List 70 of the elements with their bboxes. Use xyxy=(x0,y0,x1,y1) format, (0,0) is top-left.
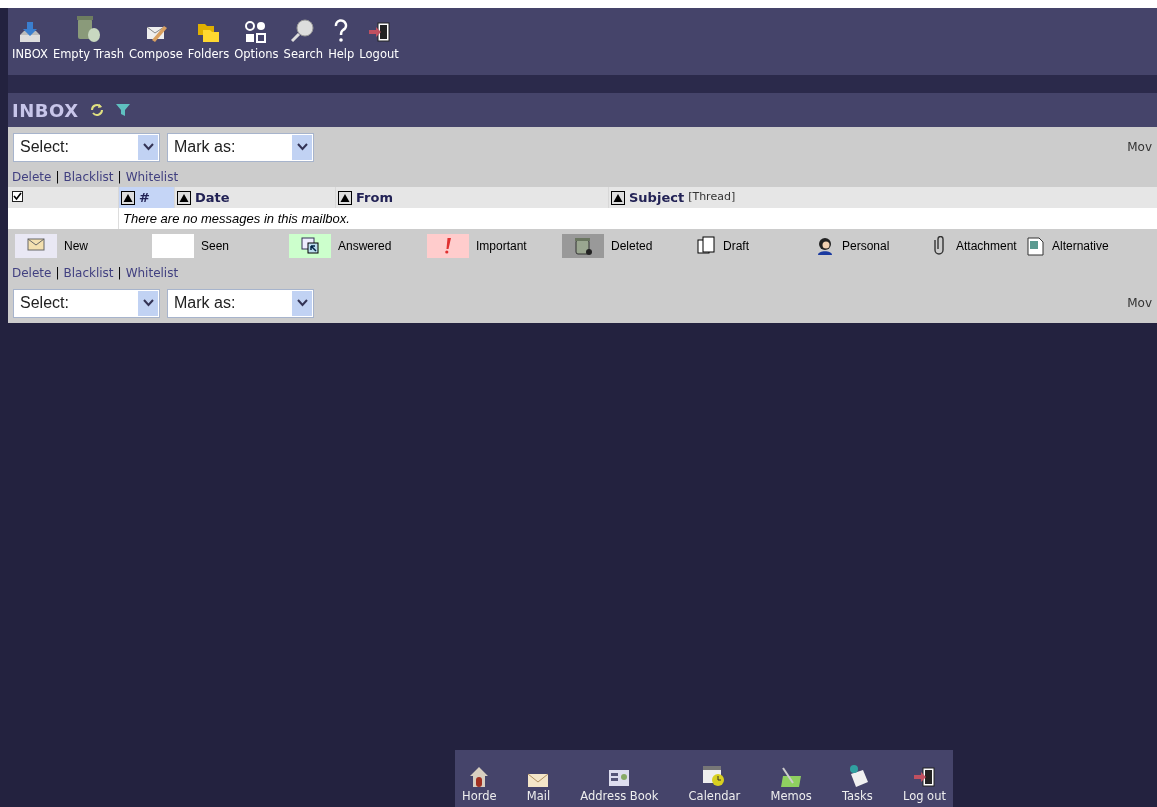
separator: | xyxy=(55,169,60,186)
caret-icon xyxy=(142,143,154,151)
select-dropdown[interactable]: Select: xyxy=(13,288,160,318)
app-link[interactable]: Address Book xyxy=(580,767,659,805)
toolbar-button[interactable]: Options xyxy=(234,20,279,75)
legend-label: Alternative xyxy=(1052,238,1109,255)
app-link[interactable]: Tasks xyxy=(841,763,873,805)
action-link[interactable]: Delete xyxy=(12,264,52,282)
select-dropdown[interactable]: Select: xyxy=(13,132,160,162)
empty-message: There are no messages in this mailbox. xyxy=(118,208,1157,229)
caret-icon xyxy=(142,299,154,307)
app-link[interactable]: Calendar xyxy=(688,763,741,805)
move-label: Mov xyxy=(1127,139,1152,156)
envelope-icon xyxy=(527,771,550,788)
search-icon xyxy=(291,18,316,43)
legend-label: Seen xyxy=(201,238,230,255)
toolbar-button[interactable]: Folders xyxy=(187,20,230,75)
calendar-clock-icon xyxy=(702,763,727,788)
legend-label: Attachment xyxy=(956,238,1017,255)
action-link[interactable]: Whitelist xyxy=(125,264,179,282)
toolbar-button[interactable]: Help xyxy=(328,18,355,75)
sort-arrow-icon xyxy=(121,190,135,205)
separator: | xyxy=(117,265,122,282)
app-link[interactable]: Horde xyxy=(462,765,497,805)
action-link[interactable]: Delete xyxy=(12,168,52,186)
caret-icon xyxy=(296,299,308,307)
filter-icon[interactable] xyxy=(114,102,131,118)
legend-label: Personal xyxy=(842,238,890,255)
document-icon xyxy=(1025,236,1045,256)
app-link[interactable]: Memos xyxy=(770,765,812,805)
refresh-icon[interactable] xyxy=(88,102,105,118)
sort-arrow-icon xyxy=(338,190,352,205)
exclamation-icon xyxy=(445,238,451,254)
action-link[interactable]: Whitelist xyxy=(125,168,179,186)
options-icon xyxy=(244,20,269,43)
sort-arrow-icon xyxy=(177,190,191,205)
select-dropdown[interactable]: Mark as: xyxy=(167,288,314,318)
mailbox-title: INBOX xyxy=(12,98,79,123)
separator: | xyxy=(117,169,122,186)
reply-icon xyxy=(300,236,320,256)
separator: | xyxy=(55,265,60,282)
toolbar-button[interactable]: INBOX xyxy=(12,20,48,75)
caret-icon xyxy=(296,143,308,151)
move-label: Mov xyxy=(1127,295,1152,312)
app-link[interactable]: Log out xyxy=(902,765,946,805)
toolbar-button[interactable]: Compose xyxy=(129,20,183,75)
legend-label: Deleted xyxy=(611,238,653,255)
action-link[interactable]: Blacklist xyxy=(63,168,114,186)
column-header[interactable]: # xyxy=(118,187,174,208)
person-icon xyxy=(815,236,835,256)
toolbar-button[interactable]: Logout xyxy=(359,20,399,75)
toolbar-button[interactable]: Empty Trash xyxy=(52,12,125,75)
house-icon xyxy=(469,765,490,788)
door-exit-icon xyxy=(912,765,937,788)
select-dropdown[interactable]: Mark as: xyxy=(167,132,314,162)
select-all-checkbox[interactable] xyxy=(12,191,23,202)
legend-label: Answered xyxy=(338,238,392,255)
pages-icon xyxy=(696,236,716,256)
action-link[interactable]: Blacklist xyxy=(63,264,114,282)
legend-label: Draft xyxy=(723,238,749,255)
address-card-icon xyxy=(608,767,631,788)
trash-can-icon xyxy=(573,236,593,256)
toolbar-button[interactable]: Search xyxy=(283,18,324,75)
legend-label: Important xyxy=(476,238,527,255)
legend-label: New xyxy=(64,238,88,255)
door-exit-icon xyxy=(367,20,392,43)
inbox-icon xyxy=(17,20,42,43)
sort-arrow-icon xyxy=(611,190,625,205)
memo-pad-icon xyxy=(779,765,804,788)
app-link[interactable]: Mail xyxy=(526,771,551,805)
